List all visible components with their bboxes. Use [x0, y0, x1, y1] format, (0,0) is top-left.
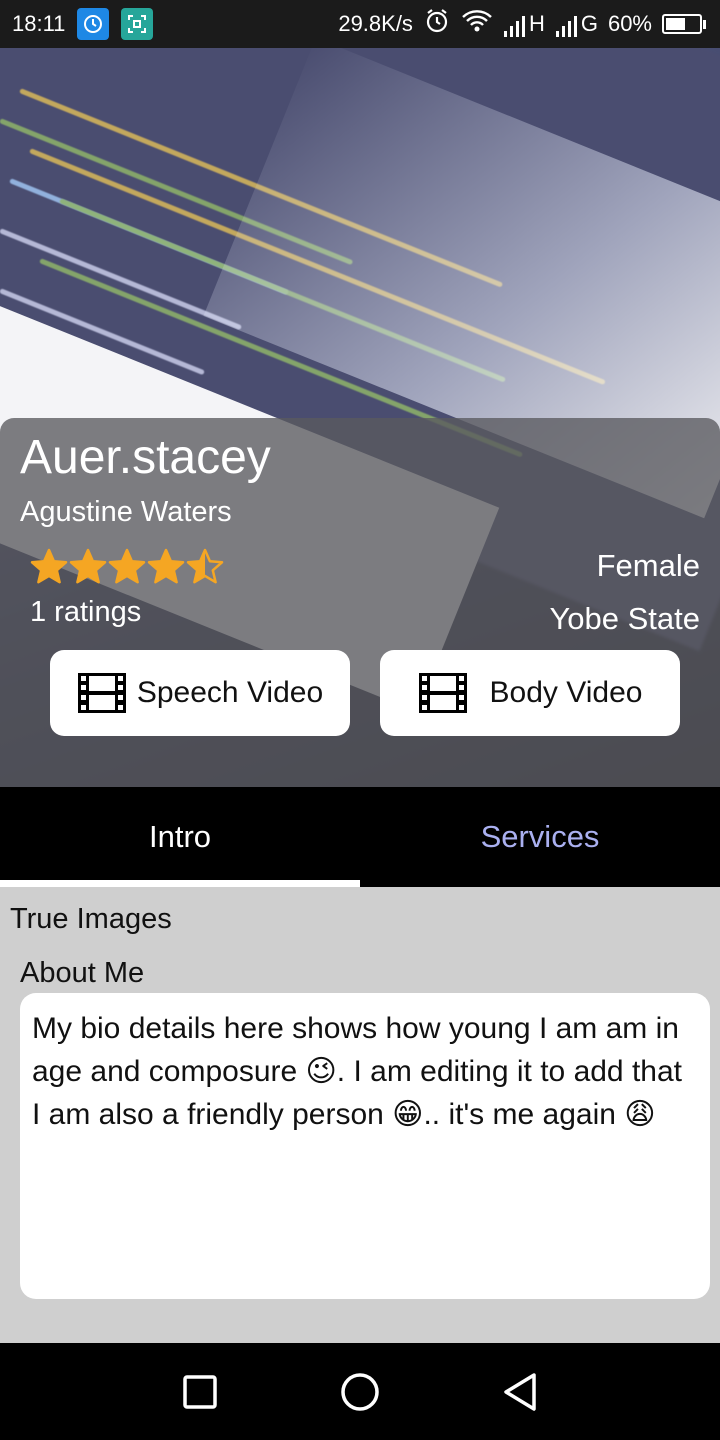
signal-icon-2: G [555, 11, 598, 37]
star-icon [69, 548, 107, 584]
home-button[interactable] [330, 1362, 390, 1422]
tab-intro[interactable]: Intro [0, 787, 360, 887]
star-icon [108, 548, 146, 584]
rating-stars [30, 548, 224, 586]
wifi-icon [461, 8, 493, 40]
network-speed: 29.8K/s [338, 11, 413, 36]
network-type-1: H [528, 11, 545, 36]
square-icon [183, 1374, 217, 1409]
back-button[interactable] [490, 1362, 550, 1422]
star-icon [30, 548, 68, 584]
bio-card: My bio details here shows how young I am… [20, 993, 710, 1299]
profile-header: Auer.stacey Agustine Waters 1 ratings Fe… [0, 48, 720, 787]
recents-button[interactable] [170, 1362, 230, 1422]
full-name: Agustine Waters [20, 496, 232, 528]
circle-icon [341, 1372, 379, 1411]
body-video-label: Body Video [489, 676, 643, 709]
tab-intro-label: Intro [148, 819, 212, 854]
battery-percent: 60% [607, 11, 652, 36]
signal-icon: H [503, 11, 545, 37]
about-me-label: About Me [20, 957, 145, 989]
bio-text: My bio details here shows how young I am… [32, 1012, 682, 1131]
speech-video-button[interactable]: Speech Video [50, 650, 350, 736]
tab-bar: Intro Services [0, 787, 720, 887]
status-time: 18:11 [12, 11, 66, 36]
section-title: True Images [10, 903, 172, 935]
gender-label: Female [596, 548, 700, 583]
tab-services-label: Services [480, 819, 600, 854]
ratings-count: 1 ratings [30, 596, 142, 628]
film-icon [77, 673, 126, 713]
tab-indicator [0, 880, 360, 887]
triangle-back-icon [504, 1372, 536, 1411]
body-video-button[interactable]: Body Video [380, 650, 680, 736]
film-icon [418, 673, 467, 713]
screenshot-icon [121, 8, 154, 40]
app-notification-icon [77, 8, 110, 40]
tab-services[interactable]: Services [360, 787, 720, 887]
state-label: Yobe State [549, 601, 700, 636]
username: Auer.stacey [20, 431, 271, 484]
intro-content: True Images About Me My bio details here… [0, 887, 720, 1343]
battery-icon [662, 14, 706, 34]
profile-info-panel: Auer.stacey Agustine Waters 1 ratings Fe… [0, 418, 720, 787]
star-icon [147, 548, 185, 584]
network-type-2: G [580, 11, 598, 36]
system-nav-bar [0, 1343, 720, 1440]
star-icon [186, 548, 224, 584]
status-bar: 18:11 29.8K/s H G 60% [0, 0, 720, 48]
alarm-icon [423, 7, 451, 41]
speech-video-label: Speech Video [136, 676, 324, 709]
